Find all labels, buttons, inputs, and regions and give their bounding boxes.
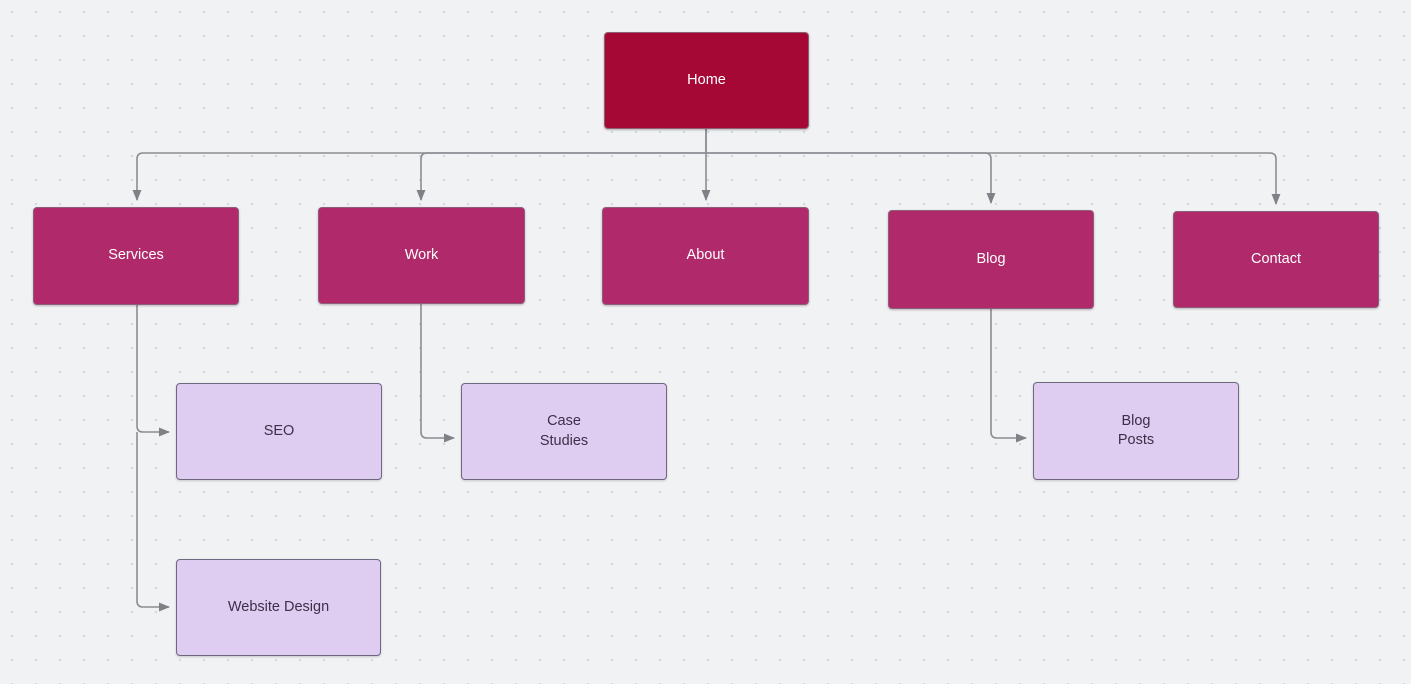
edge-blog-to-posts bbox=[990, 309, 1028, 443]
node-work[interactable]: Work bbox=[318, 207, 525, 304]
edge-services-to-seo bbox=[136, 305, 171, 437]
node-home[interactable]: Home bbox=[604, 32, 809, 129]
node-about[interactable]: About bbox=[602, 207, 809, 305]
edge-home-to-work bbox=[416, 152, 706, 202]
edge-services-to-design bbox=[136, 432, 171, 612]
edge-work-to-case bbox=[420, 304, 456, 443]
node-website-design[interactable]: Website Design bbox=[176, 559, 381, 656]
node-seo[interactable]: SEO bbox=[176, 383, 382, 480]
node-case-studies[interactable]: Case Studies bbox=[461, 383, 667, 480]
node-services[interactable]: Services bbox=[33, 207, 239, 305]
diagram-canvas[interactable]: Home Services Work About Blog Contact SE… bbox=[0, 0, 1411, 684]
node-blog-posts[interactable]: Blog Posts bbox=[1033, 382, 1239, 480]
node-blog[interactable]: Blog bbox=[888, 210, 1094, 309]
node-contact[interactable]: Contact bbox=[1173, 211, 1379, 308]
edge-home-to-services bbox=[132, 129, 707, 202]
edge-home-to-contact bbox=[706, 152, 1281, 206]
edge-home-to-blog bbox=[706, 152, 996, 205]
